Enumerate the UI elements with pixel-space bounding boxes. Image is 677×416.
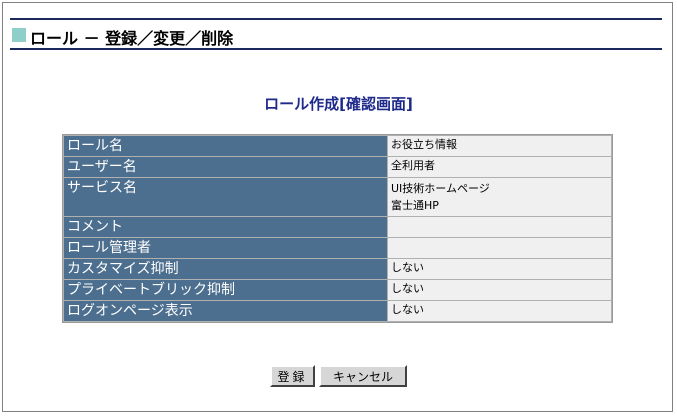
row-value: [388, 217, 611, 237]
table-row-private-public-restrict: プライベートブリック抑制 しない: [64, 280, 611, 300]
row-value-text: 富士通HP: [391, 199, 439, 212]
row-value-text: しない: [391, 303, 424, 316]
row-value-text: お役立ち情報: [391, 138, 457, 151]
row-value-text: しない: [391, 261, 424, 274]
row-value-text: しない: [391, 282, 424, 295]
row-value-text: 全利用者: [391, 159, 435, 172]
row-label: カスタマイズ抑制: [64, 259, 387, 279]
row-label: コメント: [64, 217, 387, 237]
button-bar: 登録 キャンセル: [0, 365, 677, 387]
row-value-text: UI技術ホームページ: [391, 182, 490, 195]
confirm-heading: ロール作成[確認画面]: [264, 95, 413, 113]
row-value: [388, 238, 611, 258]
table-row-customize-restrict: カスタマイズ抑制 しない: [64, 259, 611, 279]
table-row-service-name: サービス名 UI技術ホームページ 富士通HP: [64, 178, 611, 216]
table-row-comment: コメント: [64, 217, 611, 237]
title-bar: ロール － 登録／変更／削除: [10, 18, 662, 50]
row-value: UI技術ホームページ 富士通HP: [388, 178, 611, 216]
row-value: お役立ち情報: [388, 136, 611, 156]
table-row-logon-page-display: ログオンページ表示 しない: [64, 301, 611, 321]
row-label: サービス名: [64, 178, 387, 216]
row-label: ユーザー名: [64, 157, 387, 177]
row-value: しない: [388, 301, 611, 321]
cancel-button[interactable]: キャンセル: [319, 365, 407, 387]
table-row-role-admin: ロール管理者: [64, 238, 611, 258]
row-label: ロール管理者: [64, 238, 387, 258]
row-value: しない: [388, 259, 611, 279]
confirm-table: ロール名 お役立ち情報 ユーザー名 全利用者 サービス名 UI技術ホームページ …: [62, 134, 613, 323]
row-label: ロール名: [64, 136, 387, 156]
row-value: しない: [388, 280, 611, 300]
page-title: ロール － 登録／変更／削除: [30, 29, 234, 48]
register-button[interactable]: 登録: [270, 365, 315, 387]
title-square-icon: [12, 28, 26, 42]
table-row-role-name: ロール名 お役立ち情報: [64, 136, 611, 156]
row-label: プライベートブリック抑制: [64, 280, 387, 300]
table-row-user-name: ユーザー名 全利用者: [64, 157, 611, 177]
row-label: ログオンページ表示: [64, 301, 387, 321]
row-value: 全利用者: [388, 157, 611, 177]
